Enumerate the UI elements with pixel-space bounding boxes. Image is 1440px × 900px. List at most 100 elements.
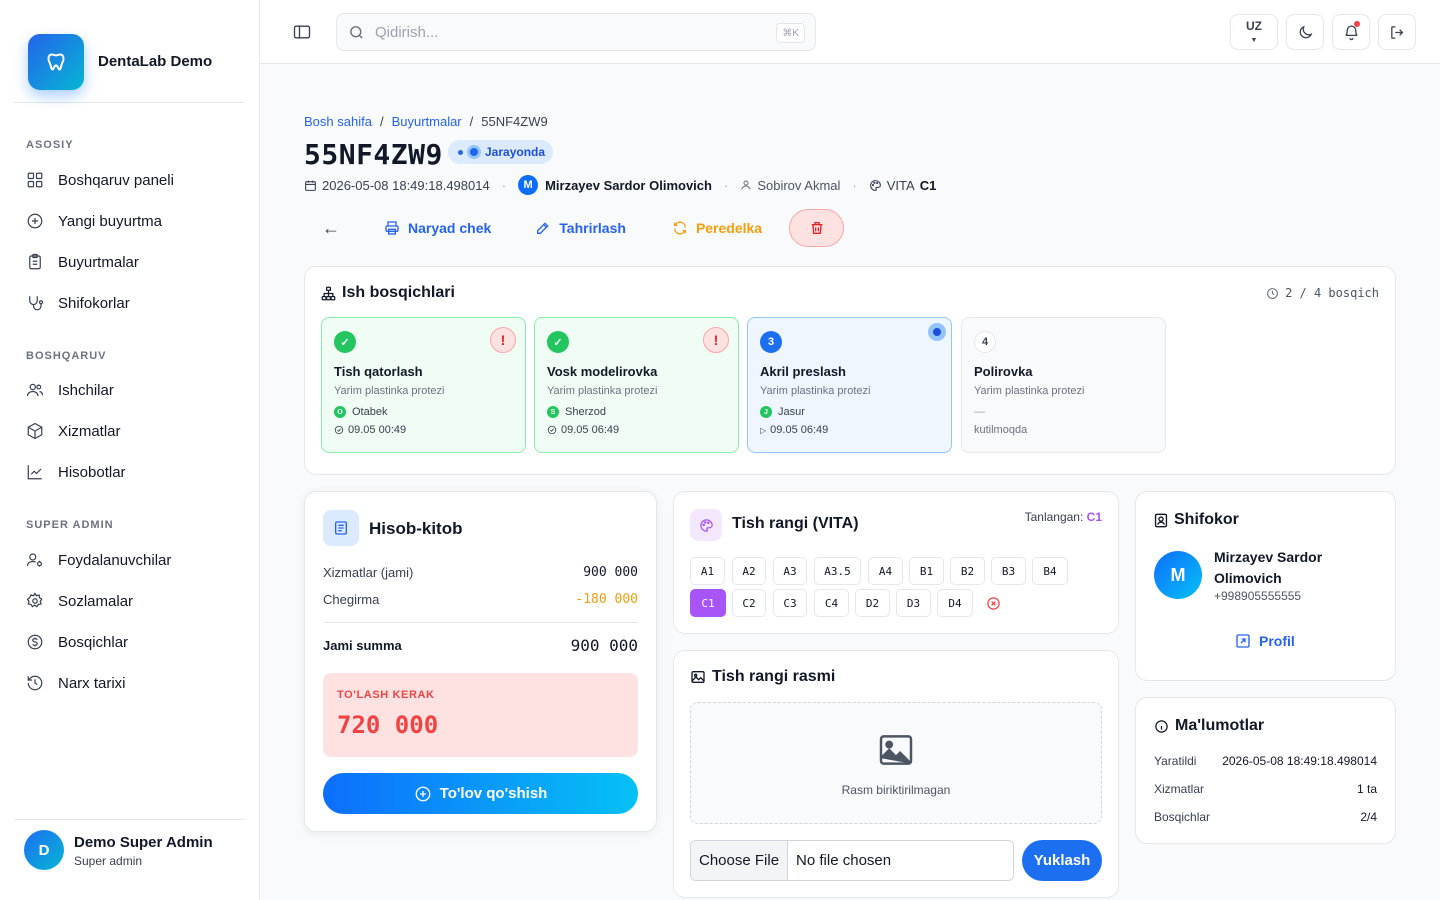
- stethoscope-icon: [29, 296, 44, 311]
- photo-dropzone[interactable]: Rasm biriktirilmagan: [690, 702, 1102, 824]
- logout-icon: [1390, 25, 1403, 39]
- order-doctor[interactable]: M Mirzayev Sardor Olimovich: [518, 175, 712, 195]
- alert-icon[interactable]: !: [490, 327, 516, 353]
- section-label-super-admin: SUPER ADMIN: [26, 519, 114, 531]
- sidebar-item-settings[interactable]: Sozlamalar: [26, 589, 133, 613]
- sidebar-item-label: Foydalanuvchilar: [58, 551, 172, 569]
- language-select[interactable]: UZ ▼: [1230, 14, 1278, 50]
- sidebar: DentaLab Demo ASOSIY Boshqaruv paneli Ya…: [0, 0, 260, 900]
- shade-option[interactable]: A1: [690, 557, 725, 585]
- check-circle-icon: [547, 425, 557, 435]
- info-card: Ma'lumotlar Yaratildi 2026-05-08 18:49:1…: [1135, 697, 1396, 844]
- shade-option[interactable]: C3: [773, 589, 807, 617]
- stage-time-value: 09.05 06:49: [561, 424, 620, 436]
- delete-button[interactable]: [789, 209, 845, 247]
- shade-option[interactable]: C2: [732, 589, 766, 617]
- shade-option[interactable]: B4: [1032, 557, 1068, 585]
- info-value: 2026-05-08 18:49:18.498014: [1222, 754, 1377, 768]
- amount-due-label: TO'LASH KERAK: [337, 689, 435, 701]
- info-card-title-text: Ma'lumotlar: [1175, 717, 1265, 734]
- shade-value: C1: [919, 177, 937, 193]
- redo-button[interactable]: Peredelka: [672, 209, 762, 247]
- search-input[interactable]: [375, 22, 755, 42]
- edit-button[interactable]: Tahrirlash: [535, 209, 626, 247]
- info-label: Bosqichlar: [1154, 810, 1211, 824]
- stage-card[interactable]: 3 Akril preslash Yarim plastinka protezi…: [747, 317, 952, 453]
- sidebar-item-doctors[interactable]: Shifokorlar: [26, 291, 130, 315]
- sidebar-item-services[interactable]: Xizmatlar: [26, 419, 121, 443]
- stage-worker: —: [974, 406, 985, 418]
- sidebar-item-dashboard[interactable]: Boshqaruv paneli: [26, 168, 174, 192]
- stage-name: Vosk modelirovka: [547, 364, 658, 379]
- clear-shade-icon[interactable]: [986, 596, 1001, 611]
- stage-card[interactable]: 4 Polirovka Yarim plastinka protezi — ku…: [961, 317, 1166, 453]
- user-role: Super admin: [74, 854, 143, 868]
- alert-icon[interactable]: !: [703, 327, 729, 353]
- logout-button[interactable]: [1378, 14, 1416, 50]
- choose-file-button[interactable]: Choose File: [691, 841, 789, 880]
- stages-title: Ish bosqichlari: [321, 284, 455, 302]
- info-label: Yaratildi: [1154, 754, 1197, 768]
- sidebar-item-orders[interactable]: Buyurtmalar: [26, 250, 139, 274]
- stage-time: 09.05 00:49: [334, 424, 406, 436]
- sidebar-item-workers[interactable]: Ishchilar: [26, 378, 114, 402]
- stages-progress-text: 2 / 4 bosqich: [1285, 286, 1379, 300]
- shade-option[interactable]: A2: [732, 557, 766, 585]
- shade-option[interactable]: B1: [909, 557, 944, 585]
- sidebar-item-reports[interactable]: Hisobotlar: [26, 460, 126, 484]
- shade-selected: Tanlangan: C1: [1025, 510, 1102, 524]
- worker-name: Sherzod: [565, 406, 606, 418]
- stage-number: 4: [974, 331, 996, 353]
- page-title: 55NF4ZW9: [304, 138, 443, 171]
- tooth-logo-icon[interactable]: [28, 34, 84, 90]
- stage-card[interactable]: ✓ ! Tish qatorlash Yarim plastinka prote…: [321, 317, 526, 453]
- palette-icon: [690, 509, 722, 541]
- shade-option[interactable]: B3: [991, 557, 1026, 585]
- shade-option[interactable]: D4: [937, 589, 973, 617]
- file-input[interactable]: Choose File No file chosen: [690, 840, 1014, 881]
- sidebar-item-label: Xizmatlar: [58, 422, 121, 440]
- stage-name: Polirovka: [974, 364, 1033, 379]
- stage-name: Akril preslash: [760, 364, 846, 379]
- doctor-name: Mirzayev Sardor Olimovich: [545, 177, 712, 193]
- stage-time: 09.05 06:49: [547, 424, 619, 436]
- sidebar-toggle-icon[interactable]: [292, 22, 312, 42]
- stage-card[interactable]: ✓ ! Vosk modelirovka Yarim plastinka pro…: [534, 317, 739, 453]
- shade-option[interactable]: B2: [950, 557, 985, 585]
- breadcrumb-orders[interactable]: Buyurtmalar: [392, 114, 462, 129]
- shade-option-selected[interactable]: C1: [690, 589, 726, 617]
- trash-icon: [811, 222, 822, 234]
- theme-toggle-button[interactable]: [1286, 14, 1324, 50]
- info-value: 1 ta: [1356, 782, 1377, 796]
- shade-option[interactable]: D3: [896, 589, 931, 617]
- sidebar-item-stages[interactable]: Bosqichlar: [26, 630, 128, 654]
- arrow-left-icon: ←: [322, 217, 340, 238]
- current-user[interactable]: D Demo Super Admin Super admin: [14, 819, 245, 900]
- sidebar-item-label: Ishchilar: [58, 381, 114, 399]
- shade-option[interactable]: A4: [868, 557, 903, 585]
- shade-option[interactable]: A3: [773, 557, 807, 585]
- worker-avatar: J: [760, 406, 772, 418]
- sidebar-item-label: Yangi buyurtma: [58, 212, 162, 230]
- discount-row: Chegirma -180 000: [323, 592, 638, 607]
- sidebar-item-users[interactable]: Foydalanuvchilar: [26, 548, 171, 572]
- upload-button[interactable]: Yuklash: [1022, 840, 1102, 881]
- breadcrumb-home[interactable]: Bosh sahifa: [304, 114, 372, 129]
- sidebar-item-price-history[interactable]: Narx tarixi: [26, 671, 126, 695]
- shade-option[interactable]: A3.5: [814, 557, 861, 585]
- add-payment-button[interactable]: To'lov qo'shish: [323, 773, 638, 814]
- info-value: 2/4: [1360, 810, 1377, 824]
- search-box: ⌘K: [336, 13, 816, 51]
- status-badge: Jarayonda: [448, 140, 554, 164]
- notifications-button[interactable]: [1332, 14, 1370, 50]
- stage-worker: S Sherzod: [547, 406, 606, 418]
- stage-time: ▷ 09.05 06:49: [760, 424, 828, 436]
- back-button[interactable]: ←: [304, 209, 358, 247]
- dollar-circle-icon: [27, 634, 43, 650]
- print-button[interactable]: Naryad chek: [384, 209, 491, 247]
- shade-option[interactable]: D2: [855, 589, 890, 617]
- shade-option[interactable]: C4: [814, 589, 849, 617]
- clock-icon: [1267, 287, 1278, 299]
- sidebar-item-new-order[interactable]: Yangi buyurtma: [26, 209, 162, 233]
- doctor-profile-link[interactable]: Profil: [1235, 633, 1295, 649]
